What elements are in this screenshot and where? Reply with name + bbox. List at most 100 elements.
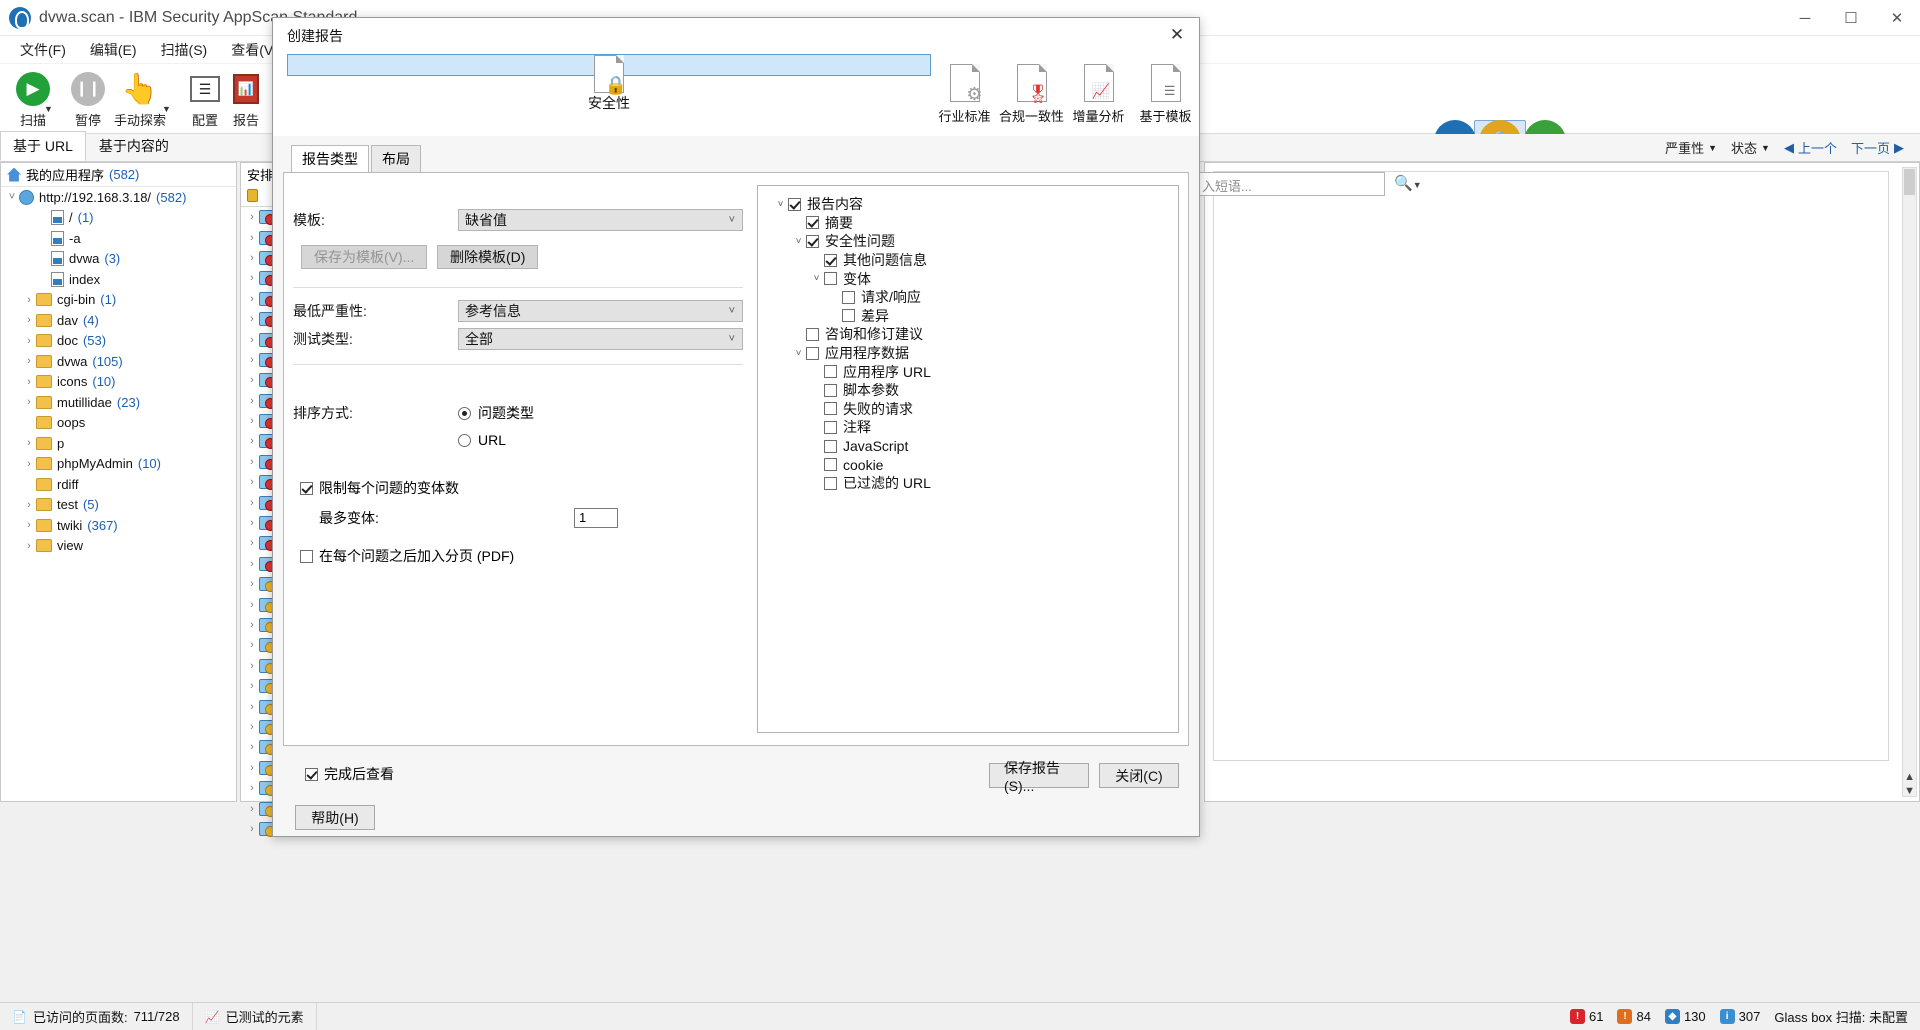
tree-item[interactable]: › view bbox=[1, 536, 236, 557]
chevron-right-icon[interactable]: › bbox=[245, 803, 259, 815]
page-break-row[interactable]: 在每个问题之后加入分页 (PDF) bbox=[293, 546, 743, 566]
chevron-right-icon[interactable]: › bbox=[245, 680, 259, 692]
chevron-down-icon-root[interactable]: ˅ bbox=[5, 191, 19, 203]
search-input[interactable]: 入短语... bbox=[1195, 172, 1385, 196]
chevron-right-icon[interactable]: › bbox=[22, 499, 36, 511]
chevron-right-icon[interactable]: › bbox=[245, 252, 259, 264]
content-tree-node[interactable]: JavaScript bbox=[765, 437, 1178, 456]
chevron-right-icon[interactable]: › bbox=[22, 314, 36, 326]
min-severity-select[interactable]: 参考信息 ˅ bbox=[458, 300, 743, 322]
chevron-right-icon[interactable]: › bbox=[245, 293, 259, 305]
chevron-right-icon[interactable]: › bbox=[245, 395, 259, 407]
nav-next[interactable]: 下一页 ▶ bbox=[1851, 138, 1904, 157]
chevron-right-icon[interactable]: › bbox=[245, 415, 259, 427]
content-tree-checkbox[interactable] bbox=[824, 383, 837, 397]
chevron-right-icon[interactable]: › bbox=[245, 497, 259, 509]
chevron-right-icon[interactable]: › bbox=[245, 660, 259, 672]
chevron-right-icon[interactable]: › bbox=[245, 599, 259, 611]
report-type-security[interactable]: 🔒 安全性 bbox=[287, 54, 931, 111]
content-tree-node[interactable]: 应用程序 URL bbox=[765, 362, 1178, 381]
chevron-right-icon[interactable]: › bbox=[245, 476, 259, 488]
chevron-right-icon[interactable]: › bbox=[22, 335, 36, 347]
chevron-right-icon[interactable]: › bbox=[22, 396, 36, 408]
chevron-right-icon[interactable]: › bbox=[22, 294, 36, 306]
tree-item[interactable]: dvwa (3) bbox=[1, 249, 236, 270]
content-tree-checkbox[interactable] bbox=[824, 272, 837, 286]
help-button[interactable]: 帮助(H) bbox=[295, 805, 375, 830]
menu-item-scan[interactable]: 扫描(S) bbox=[149, 36, 220, 64]
content-tree-checkbox[interactable] bbox=[824, 458, 837, 472]
content-tree-node[interactable]: ˅ 报告内容 bbox=[765, 195, 1178, 214]
scroll-down-icon[interactable]: ▼ bbox=[1904, 785, 1915, 797]
content-tree-checkbox[interactable] bbox=[824, 253, 837, 267]
content-tree-checkbox[interactable] bbox=[842, 309, 855, 323]
content-tree-checkbox[interactable] bbox=[824, 365, 837, 379]
max-variants-input[interactable]: 1 bbox=[574, 508, 618, 528]
scroll-up-icon[interactable]: ▲ bbox=[1904, 771, 1915, 783]
content-tree-node[interactable]: 脚本参数 bbox=[765, 381, 1178, 400]
tree-root-row[interactable]: ˅ http://192.168.3.18/ (582) bbox=[1, 187, 236, 208]
template-select[interactable]: 缺省值 ˅ bbox=[458, 209, 743, 231]
menu-item-edit[interactable]: 编辑(E) bbox=[78, 36, 149, 64]
chevron-down-icon[interactable]: ˅ bbox=[791, 348, 806, 359]
close-button[interactable]: ✕ bbox=[1874, 0, 1920, 36]
content-tree-node[interactable]: cookie bbox=[765, 455, 1178, 474]
delete-template-button[interactable]: 删除模板(D) bbox=[436, 245, 539, 269]
tree-item[interactable]: -a bbox=[1, 228, 236, 249]
minimize-button[interactable]: ─ bbox=[1782, 0, 1828, 36]
chevron-right-icon[interactable]: › bbox=[245, 211, 259, 223]
checkbox-view-after-complete[interactable] bbox=[305, 767, 318, 781]
window-controls[interactable]: ─ ☐ ✕ bbox=[1782, 0, 1920, 36]
tree-item[interactable]: › cgi-bin (1) bbox=[1, 290, 236, 311]
content-tree-checkbox[interactable] bbox=[824, 420, 837, 434]
report-type-compliance[interactable]: 🎖 合规一致性 bbox=[998, 54, 1065, 130]
tree-item[interactable]: › twiki (367) bbox=[1, 515, 236, 536]
content-tree-node[interactable]: ˅ 安全性问题 bbox=[765, 232, 1178, 251]
chevron-right-icon[interactable]: › bbox=[245, 374, 259, 386]
tree-item[interactable]: oops bbox=[1, 413, 236, 434]
content-tree-node[interactable]: ˅ 变体 bbox=[765, 269, 1178, 288]
content-tree-checkbox[interactable] bbox=[824, 476, 837, 490]
sort-option-url[interactable]: URL bbox=[458, 432, 506, 448]
chevron-right-icon[interactable]: › bbox=[245, 537, 259, 549]
filter-status[interactable]: 状态 ▼ bbox=[1731, 138, 1770, 157]
chevron-right-icon[interactable]: › bbox=[245, 435, 259, 447]
detail-scrollbar[interactable] bbox=[1902, 167, 1917, 797]
chevron-right-icon[interactable]: › bbox=[245, 232, 259, 244]
chevron-right-icon[interactable]: › bbox=[245, 721, 259, 733]
maximize-button[interactable]: ☐ bbox=[1828, 0, 1874, 36]
limit-variants-row[interactable]: 限制每个问题的变体数 bbox=[293, 478, 743, 498]
test-type-select[interactable]: 全部 ˅ bbox=[458, 328, 743, 350]
tree-item[interactable]: › dvwa (105) bbox=[1, 351, 236, 372]
content-tree-node[interactable]: 摘要 bbox=[765, 214, 1178, 233]
chevron-right-icon[interactable]: › bbox=[245, 517, 259, 529]
menu-item-file[interactable]: 文件(F) bbox=[8, 36, 78, 64]
content-tree-checkbox[interactable] bbox=[842, 290, 855, 304]
chevron-right-icon[interactable]: › bbox=[245, 762, 259, 774]
chevron-down-icon[interactable]: ˅ bbox=[773, 199, 788, 210]
content-tree-checkbox[interactable] bbox=[806, 234, 819, 248]
checkbox-page-break[interactable] bbox=[300, 549, 313, 563]
content-tree-node[interactable]: ˅ 应用程序数据 bbox=[765, 344, 1178, 363]
content-tree-checkbox[interactable] bbox=[788, 197, 801, 211]
chevron-right-icon[interactable]: › bbox=[22, 458, 36, 470]
nav-previous[interactable]: ◀ 上一个 bbox=[1784, 138, 1837, 157]
search-icon[interactable]: 🔍▼ bbox=[1394, 174, 1422, 192]
tab-url-based[interactable]: 基于 URL bbox=[0, 131, 86, 161]
content-tree-node[interactable]: 请求/响应 bbox=[765, 288, 1178, 307]
content-tree-checkbox[interactable] bbox=[806, 327, 819, 341]
tree-item[interactable]: › dav (4) bbox=[1, 310, 236, 331]
dialog-close-button[interactable]: ✕ bbox=[1155, 18, 1199, 52]
tree-item[interactable]: / (1) bbox=[1, 208, 236, 229]
tab-content-based[interactable]: 基于内容的 bbox=[86, 131, 182, 161]
report-type-template-based[interactable]: ☰ 基于模板 bbox=[1132, 54, 1199, 130]
chevron-down-icon[interactable]: ˅ bbox=[809, 273, 824, 284]
content-tree-checkbox[interactable] bbox=[824, 402, 837, 416]
chevron-right-icon[interactable]: › bbox=[22, 437, 36, 449]
report-type-industry-standard[interactable]: ⚙ 行业标准 bbox=[931, 54, 998, 130]
dialog-tab-report-type[interactable]: 报告类型 bbox=[291, 145, 369, 173]
save-as-template-button[interactable]: 保存为模板(V)... bbox=[301, 245, 428, 269]
chevron-right-icon[interactable]: › bbox=[245, 823, 259, 835]
chevron-right-icon[interactable]: › bbox=[245, 313, 259, 325]
chevron-down-icon[interactable]: ˅ bbox=[791, 236, 806, 247]
